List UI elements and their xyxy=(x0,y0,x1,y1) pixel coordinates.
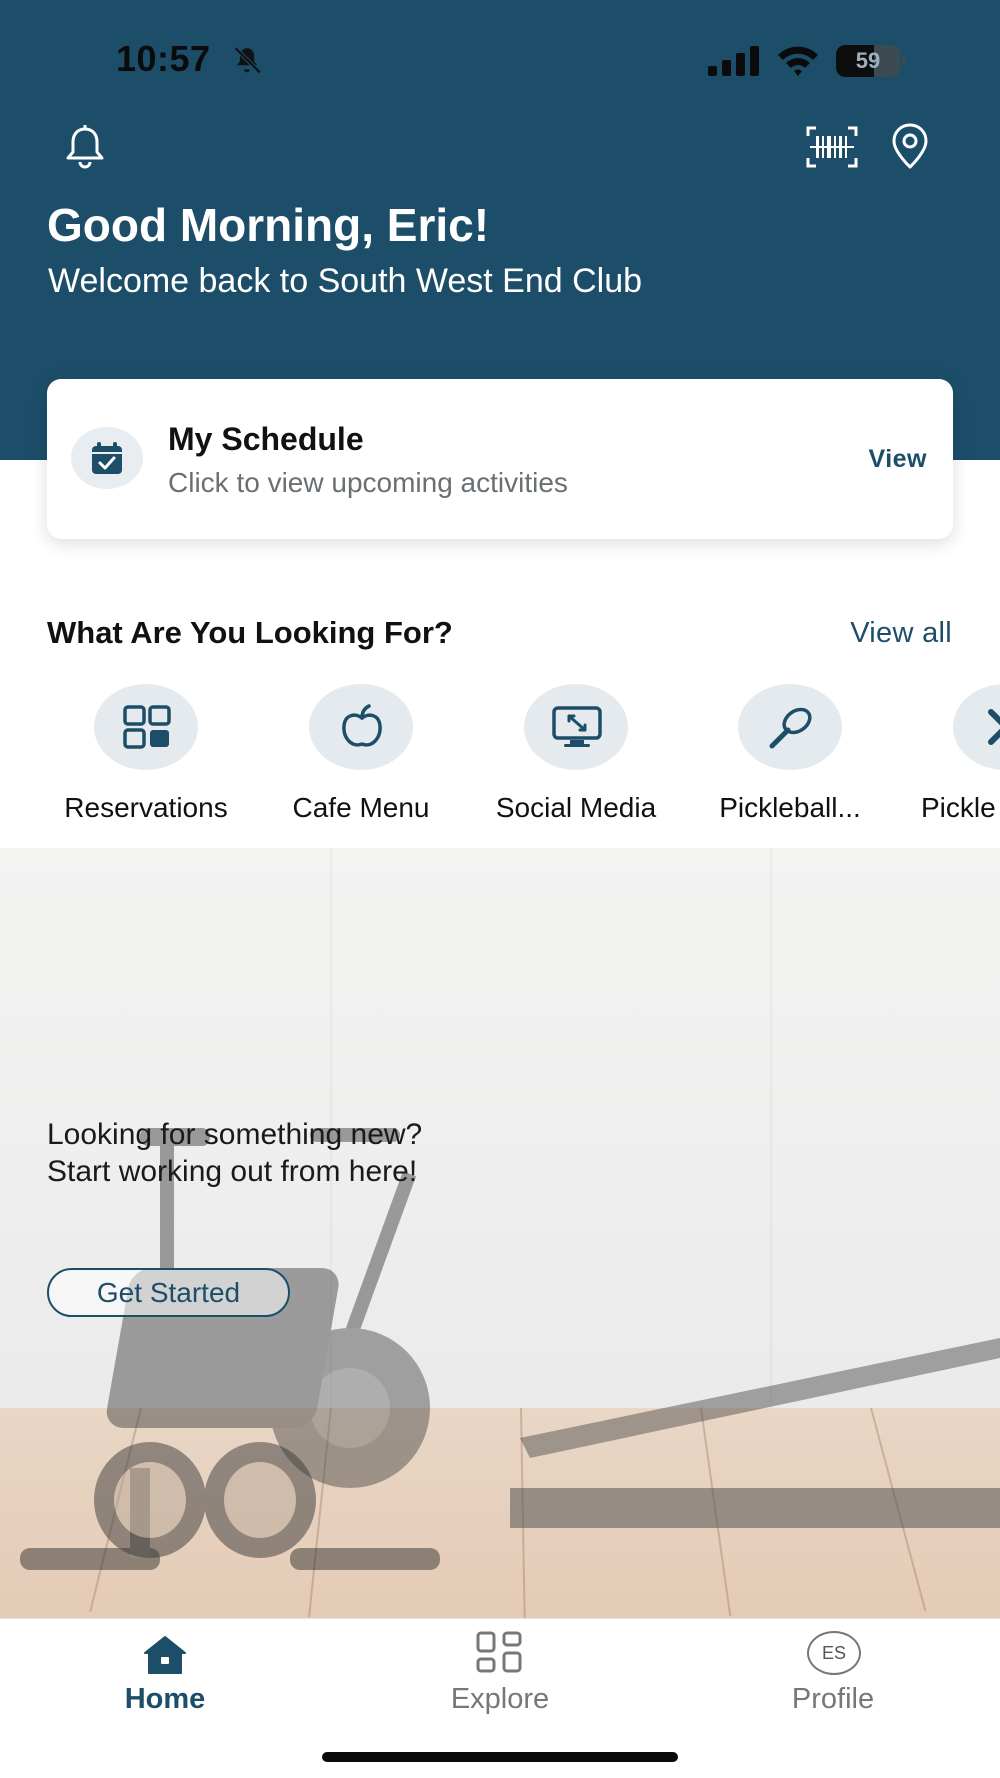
paddle-icon xyxy=(769,707,812,749)
shortcut-icon-wrapper xyxy=(738,684,842,770)
barcode-icon[interactable] xyxy=(806,124,858,170)
shortcut-icon-wrapper xyxy=(309,684,413,770)
shortcut-icon-wrapper xyxy=(94,684,198,770)
apple-icon xyxy=(342,704,382,747)
promo-line-2: Start working out from here! xyxy=(47,1155,418,1188)
tab-profile[interactable]: ES Profile xyxy=(733,1619,933,1719)
my-schedule-card[interactable]: My Schedule Click to view upcoming activ… xyxy=(47,379,953,539)
shortcut-pickle[interactable]: Pickle xyxy=(905,684,1000,834)
shortcut-icon-wrapper xyxy=(953,684,1000,770)
schedule-view-button[interactable]: View xyxy=(868,445,927,474)
shortcut-icon-wrapper xyxy=(524,684,628,770)
wifi-icon xyxy=(778,46,818,76)
bell-icon[interactable] xyxy=(62,124,108,170)
grid-icon xyxy=(123,705,171,749)
home-icon xyxy=(144,1636,186,1674)
shortcuts-row: Reservations Cafe Menu Social Media Pick… xyxy=(0,684,1000,834)
avatar: ES xyxy=(807,1631,861,1675)
shortcut-pickleball[interactable]: Pickleball... xyxy=(690,684,890,834)
tab-label: Explore xyxy=(450,1683,550,1715)
promo-line-1: Looking for something new? xyxy=(47,1118,423,1151)
tab-explore[interactable]: Explore xyxy=(400,1619,600,1719)
view-all-link[interactable]: View all xyxy=(850,617,952,650)
get-started-button[interactable]: Get Started xyxy=(47,1268,290,1317)
battery-icon: 59 xyxy=(836,45,906,77)
shortcut-cafe-menu[interactable]: Cafe Menu xyxy=(261,684,461,834)
workout-promo-banner: Looking for something new? Start working… xyxy=(0,848,1000,1618)
crossed-paddles-icon xyxy=(988,709,1000,745)
status-bar: 10:57 59 xyxy=(0,0,1000,120)
shortcut-label: Pickleball... xyxy=(719,792,861,823)
bench-image xyxy=(510,1338,1000,1528)
home-indicator xyxy=(322,1752,678,1762)
greeting-title: Good Morning, Eric! xyxy=(47,199,490,251)
welcome-subtitle: Welcome back to South West End Club xyxy=(48,262,643,300)
calendar-icon-wrapper xyxy=(71,427,143,489)
tab-home[interactable]: Home xyxy=(65,1619,265,1719)
tab-label: Profile xyxy=(791,1683,875,1715)
schedule-subtitle: Click to view upcoming activities xyxy=(168,467,568,498)
dumbbells-image xyxy=(94,1442,316,1558)
explore-grid-icon xyxy=(476,1631,522,1673)
bell-slash-icon xyxy=(234,46,262,74)
tab-label: Home xyxy=(124,1683,206,1715)
battery-level: 59 xyxy=(855,48,881,73)
monitor-icon xyxy=(552,706,602,747)
schedule-title: My Schedule xyxy=(168,421,364,457)
calendar-check-icon xyxy=(92,442,122,474)
status-time: 10:57 xyxy=(116,38,211,79)
location-pin-icon[interactable] xyxy=(890,122,930,170)
cellular-signal-icon xyxy=(708,46,759,76)
shortcut-label: Reservations xyxy=(64,792,228,823)
shortcut-reservations[interactable]: Reservations xyxy=(46,684,246,834)
promo-text: Looking for something new? Start working… xyxy=(47,1116,422,1190)
shortcut-label: Cafe Menu xyxy=(292,792,430,823)
looking-for-heading: What Are You Looking For? xyxy=(47,615,453,650)
shortcut-social-media[interactable]: Social Media xyxy=(476,684,676,834)
shortcut-label: Pickle xyxy=(921,792,996,823)
shortcut-label: Social Media xyxy=(495,792,657,823)
